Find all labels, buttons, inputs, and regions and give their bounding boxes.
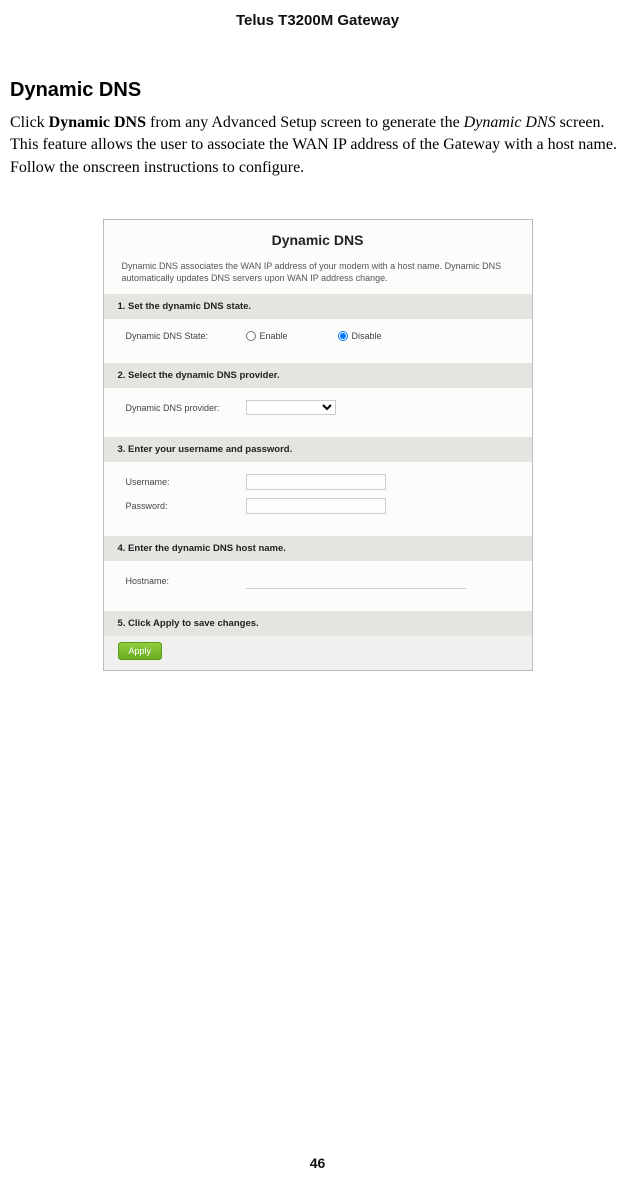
hostname-input[interactable] <box>246 573 466 589</box>
apply-button[interactable]: Apply <box>118 642 163 660</box>
enable-label: Enable <box>260 331 288 341</box>
text-segment: Click <box>10 114 49 131</box>
dynamic-dns-italic: Dynamic DNS <box>464 114 556 131</box>
enable-radio[interactable] <box>246 331 256 341</box>
provider-label: Dynamic DNS provider: <box>126 403 246 413</box>
document-header: Telus T3200M Gateway <box>0 0 635 59</box>
dynamic-dns-bold: Dynamic DNS <box>49 114 146 131</box>
disable-radio-wrap[interactable]: Disable <box>338 331 382 341</box>
disable-label: Disable <box>352 331 382 341</box>
step5-header: 5. Click Apply to save changes. <box>104 611 532 636</box>
step4-header: 4. Enter the dynamic DNS host name. <box>104 536 532 561</box>
step4-body: Hostname: <box>104 561 532 611</box>
dns-state-row: Dynamic DNS State: Enable Disable <box>126 331 532 341</box>
step3-body: Username: Password: <box>104 462 532 536</box>
intro-paragraph: Click Dynamic DNS from any Advanced Setu… <box>10 112 625 179</box>
username-input[interactable] <box>246 474 386 490</box>
dns-state-label: Dynamic DNS State: <box>126 331 246 341</box>
step1-header: 1. Set the dynamic DNS state. <box>104 294 532 319</box>
step1-body: Dynamic DNS State: Enable Disable <box>104 319 532 363</box>
enable-radio-wrap[interactable]: Enable <box>246 331 288 341</box>
text-segment: from any Advanced Setup screen to genera… <box>146 114 464 131</box>
password-row: Password: <box>126 498 532 514</box>
provider-select[interactable] <box>246 400 336 415</box>
step3-header: 3. Enter your username and password. <box>104 437 532 462</box>
disable-radio[interactable] <box>338 331 348 341</box>
document-content: Dynamic DNS Click Dynamic DNS from any A… <box>0 59 635 671</box>
router-config-panel: Dynamic DNS Dynamic DNS associates the W… <box>103 219 533 671</box>
password-input[interactable] <box>246 498 386 514</box>
page-number: 46 <box>0 1155 635 1171</box>
provider-row: Dynamic DNS provider: <box>126 400 532 415</box>
panel-title: Dynamic DNS <box>104 220 532 256</box>
username-label: Username: <box>126 477 246 487</box>
section-title: Dynamic DNS <box>10 79 625 102</box>
screenshot-container: Dynamic DNS Dynamic DNS associates the W… <box>10 219 625 671</box>
panel-description: Dynamic DNS associates the WAN IP addres… <box>104 256 532 294</box>
username-row: Username: <box>126 474 532 490</box>
step2-body: Dynamic DNS provider: <box>104 388 532 437</box>
hostname-label: Hostname: <box>126 576 246 586</box>
password-label: Password: <box>126 501 246 511</box>
hostname-row: Hostname: <box>126 573 532 589</box>
step2-header: 2. Select the dynamic DNS provider. <box>104 363 532 388</box>
